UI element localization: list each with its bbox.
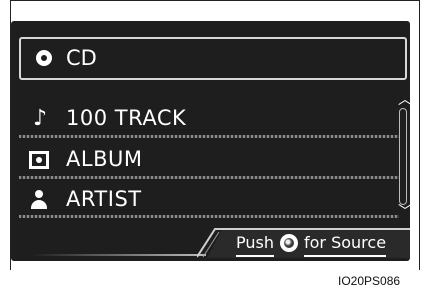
push-label: Push — [236, 232, 274, 257]
figure-code: IO20PS086 — [338, 274, 401, 288]
list-item-label: 100 TRACK — [66, 106, 187, 130]
disc-icon — [36, 50, 52, 66]
row-divider — [19, 176, 399, 179]
source-label: CD — [66, 46, 97, 70]
list-item-album[interactable]: ALBUM — [11, 141, 395, 178]
list-item-label: ALBUM — [66, 147, 143, 171]
tune-knob-icon — [280, 234, 298, 252]
scrollbar[interactable] — [399, 108, 407, 205]
list-item-label: ARTIST — [66, 187, 142, 211]
row-divider — [19, 135, 399, 138]
music-note-icon: ♪ — [32, 106, 48, 131]
list-item-track[interactable]: ♪ 100 TRACK — [11, 100, 395, 137]
source-hint-label: for Source — [304, 232, 387, 257]
chevron-up-icon[interactable]: ︿ — [398, 93, 410, 107]
list-item-artist[interactable]: ARTIST — [11, 181, 395, 218]
artist-icon — [29, 189, 51, 211]
audio-screen: CD ♪ 100 TRACK ALBUM ARTIST ︿ ﹀ Push for… — [11, 21, 410, 261]
bottom-divider — [31, 254, 206, 256]
source-selector[interactable]: CD — [19, 37, 407, 80]
row-divider — [19, 215, 399, 218]
chevron-down-icon[interactable]: ﹀ — [398, 205, 410, 219]
bottom-bar: Push for Source — [11, 225, 410, 261]
album-icon — [29, 151, 49, 169]
